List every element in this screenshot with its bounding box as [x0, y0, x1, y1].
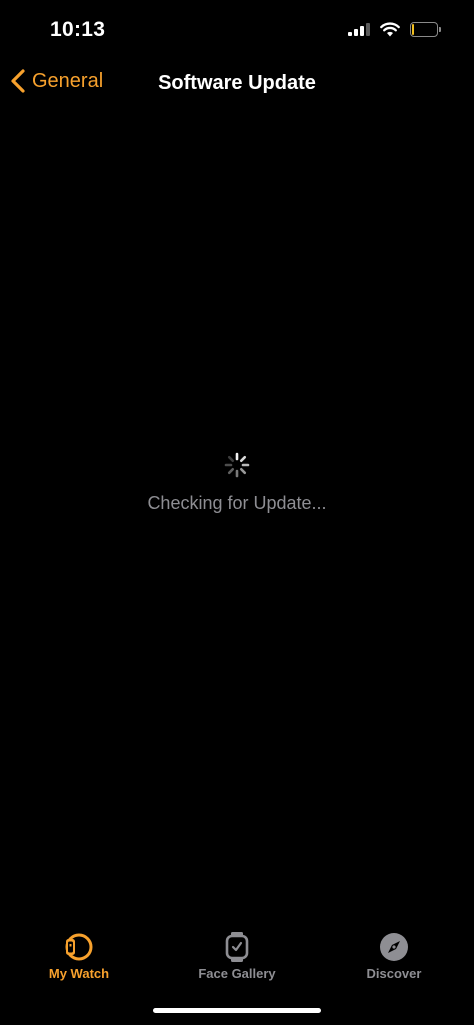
tab-my-watch[interactable]: My Watch	[9, 931, 149, 981]
loading-indicator: Checking for Update...	[0, 452, 474, 514]
status-time: 10:13	[50, 18, 106, 41]
home-indicator[interactable]	[153, 1008, 321, 1013]
status-icons: 9	[348, 22, 441, 37]
my-watch-icon	[65, 933, 93, 961]
tab-face-gallery[interactable]: Face Gallery	[167, 931, 307, 981]
face-gallery-icon	[225, 932, 249, 962]
tab-label-discover: Discover	[366, 966, 422, 981]
cellular-signal-icon	[348, 23, 370, 36]
spinner-icon	[224, 452, 250, 478]
loading-text: Checking for Update...	[147, 493, 327, 513]
tab-discover[interactable]: Discover	[324, 931, 464, 981]
battery-icon: 9	[410, 22, 441, 37]
battery-level: 9	[420, 22, 428, 36]
status-bar: 10:13 9	[0, 0, 474, 60]
navigation-bar: General Software Update	[0, 62, 474, 106]
page-title: Software Update	[158, 72, 316, 94]
wifi-icon	[380, 22, 400, 37]
tab-label-face-gallery: Face Gallery	[198, 966, 276, 981]
tab-label-my-watch: My Watch	[48, 966, 110, 981]
compass-icon	[380, 933, 408, 961]
